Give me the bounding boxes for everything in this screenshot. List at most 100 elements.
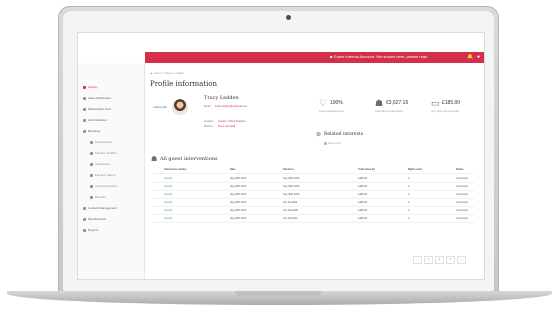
table-row[interactable]: Interact Sep 28th 2020 Sep 28th 2020 £185.0… (152, 176, 475, 183)
sidebar-item-label: Member Profiles (95, 151, 117, 155)
table-cell: £185.00 (358, 209, 368, 212)
table-row[interactable]: Interact Sep 28th 2020 Oct 1st 2020 £185.00… (152, 200, 475, 207)
table-cell[interactable]: Interact (164, 185, 172, 188)
nav-bullet-icon (83, 85, 86, 89)
sidebar-item[interactable]: Member Status (90, 172, 115, 178)
table-cell: Sep 28th 2020 (230, 201, 247, 204)
stat-value: €3,627.16 (386, 100, 409, 106)
email-value[interactable]: tracey.ledden@example.com (215, 105, 247, 108)
table-cell[interactable]: Interact (164, 177, 172, 180)
column-header[interactable]: Check-in (283, 168, 294, 171)
sidebar-item-label: Bookings (88, 129, 101, 133)
table-row[interactable]: Interact Sep 28th 2020 Sep 30th 2020 £185.0… (152, 192, 475, 199)
user-icon[interactable]: ● (476, 54, 481, 60)
edit-profile-link[interactable]: ● Edit profile (153, 106, 167, 109)
pagination-button[interactable]: ‹ (413, 256, 422, 264)
column-header[interactable]: Date (230, 168, 235, 171)
table-cell: Confirmed (456, 185, 468, 188)
sidebar-item[interactable]: Marketplace Hub (83, 106, 111, 112)
table-cell: Confirmed (456, 217, 468, 220)
column-header[interactable]: Night count (408, 168, 422, 171)
table-cell: Sep 30th 2020 (283, 193, 300, 196)
sidebar-item[interactable]: Memberships (83, 216, 106, 222)
table-cell: £185.00 (358, 185, 368, 188)
table-row[interactable]: Interact Sep 28th 2020 Oct 3rd 2020 £185.00… (152, 216, 475, 223)
stat-value: £185.00 (442, 100, 461, 106)
main-content: ▲ Users / Tracey Ledden Profile informat… (145, 63, 484, 279)
sidebar-item[interactable]: Content Management (83, 205, 117, 211)
location-label: Location (204, 120, 214, 123)
table-cell: Sep 28th 2020 (230, 193, 247, 196)
sidebar-item[interactable]: Communications (90, 183, 117, 189)
nav-bullet-icon (83, 217, 86, 221)
sidebar-item[interactable]: Reports (83, 227, 99, 233)
table-cell: £185.00 (358, 201, 368, 204)
column-header[interactable]: Total value (£) (358, 168, 375, 171)
table-cell[interactable]: Interact (164, 217, 172, 220)
location-value: London, United Kingdom (218, 120, 246, 123)
stat-label: Total value of interactions (375, 110, 404, 113)
pagination-button[interactable]: 2 (435, 256, 444, 264)
interactions-title: All guest interventions (160, 156, 218, 162)
page-title: Profile information (150, 80, 218, 88)
email-label: Email (204, 105, 211, 108)
users-icon: ☗ (375, 98, 384, 108)
table-row[interactable]: Interact Sep 28th 2020 Sep 29th 2020 £185.0… (152, 184, 475, 191)
breadcrumb[interactable]: ▲ Users / Tracey Ledden (150, 71, 184, 75)
laptop-screen: ■ Guest Internal Account: Not shown here… (78, 33, 484, 279)
table-cell: Oct 1st 2020 (283, 201, 298, 204)
table-cell[interactable]: Interact (164, 201, 172, 204)
sidebar-item[interactable]: Benefits (90, 194, 106, 200)
nav-bullet-icon (83, 118, 86, 122)
laptop-notch (235, 291, 321, 296)
alert-text[interactable]: ■ Guest Internal Account: Not shown here… (330, 54, 427, 59)
stat-label: Guest satisfaction rate (319, 110, 344, 113)
related-interests-title: Related interests (324, 132, 364, 137)
table-row[interactable]: Interact Sep 28th 2020 Oct 2nd 2020 £185.00… (152, 208, 475, 215)
sidebar: Activity Sales Dashboard Marketplace Hub Ad… (78, 63, 145, 279)
interests-icon: ⊕ (316, 132, 322, 138)
table-cell: Oct 3rd 2020 (283, 217, 298, 220)
column-header[interactable]: Status (456, 168, 464, 171)
table-cell[interactable]: Interact (164, 193, 172, 196)
table-cell: £185.00 (358, 193, 368, 196)
sidebar-item-label: Activity (88, 85, 98, 89)
table-cell: Confirmed (456, 177, 468, 180)
table-cell[interactable]: Interact (164, 209, 172, 212)
member-name: Tracy Ledden (204, 95, 239, 101)
nav-bullet-icon (90, 162, 93, 166)
sidebar-item[interactable]: Interactions (90, 161, 111, 167)
email-field: Email tracey.ledden@example.com (204, 105, 247, 108)
sidebar-item[interactable]: Bookings (83, 128, 100, 134)
sidebar-item[interactable]: Administration (83, 117, 107, 123)
pagination-button[interactable]: › (457, 256, 466, 264)
column-header[interactable]: Interaction number (164, 168, 187, 171)
sidebar-item-label: Member Status (95, 173, 116, 177)
sidebar-item[interactable]: Sales Dashboard (83, 95, 111, 101)
users-icon: ☗ (151, 156, 158, 163)
sidebar-item[interactable]: Activity (83, 84, 98, 90)
member-since-value: Since Jan 2018 (217, 125, 236, 128)
nav-bullet-icon (90, 151, 93, 155)
table-cell: 1 (408, 177, 410, 180)
table-cell: Oct 2nd 2020 (283, 209, 299, 212)
status-dot-icon (324, 142, 327, 145)
sidebar-item-label: Memberships (88, 217, 107, 221)
table-cell: 1 (408, 193, 410, 196)
sidebar-item-label: Content Management (88, 206, 117, 210)
sidebar-item[interactable]: Member Profiles (90, 150, 117, 156)
nav-bullet-icon (83, 96, 86, 100)
nav-bullet-icon (83, 107, 86, 111)
table-cell: 1 (408, 209, 410, 212)
sidebar-item[interactable]: Reservations (90, 139, 113, 145)
bell-icon[interactable]: 🔔 (467, 54, 473, 60)
sidebar-item-label: Sales Dashboard (88, 96, 112, 100)
pagination-button[interactable]: 3 (446, 256, 455, 264)
table-cell: £185.00 (358, 217, 368, 220)
table-cell: Confirmed (456, 201, 468, 204)
app-topbar (78, 33, 484, 52)
pagination-button[interactable]: 1 (424, 256, 433, 264)
alert-bar: ■ Guest Internal Account: Not shown here… (145, 52, 484, 63)
sidebar-item-label: Communications (95, 184, 118, 188)
nav-bullet-icon (90, 184, 93, 188)
